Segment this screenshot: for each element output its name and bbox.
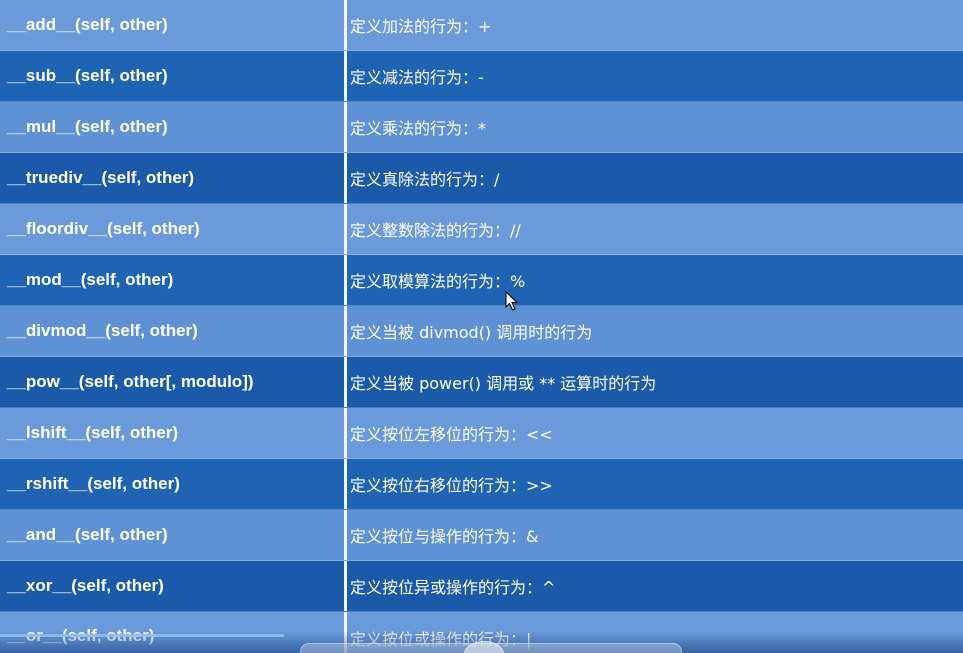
description-cell: 定义真除法的行为：/ <box>350 170 500 189</box>
table-row: __lshift__(self, other) 定义按位左移位的行为：<< <box>0 408 963 459</box>
description-cell: 定义按位左移位的行为：<< <box>350 425 553 444</box>
method-table: __add__(self, other) 定义加法的行为：+ __sub__(s… <box>0 0 963 653</box>
method-cell: __mul__(self, other) <box>7 117 168 136</box>
table-row: __pow__(self, other[, modulo]) 定义当被 powe… <box>0 357 963 408</box>
method-cell: __xor__(self, other) <box>7 576 164 595</box>
description-cell: 定义取模算法的行为：% <box>350 272 526 291</box>
description-cell: 定义按位右移位的行为：>> <box>350 476 553 495</box>
mouse-pointer-icon <box>505 291 519 311</box>
screen: __add__(self, other) 定义加法的行为：+ __sub__(s… <box>0 0 963 653</box>
method-cell: __mod__(self, other) <box>7 270 174 289</box>
description-cell: 定义按位与操作的行为：& <box>350 527 539 546</box>
method-cell: __pow__(self, other[, modulo]) <box>7 372 254 391</box>
description-cell: 定义加法的行为：+ <box>350 17 492 36</box>
description-cell: 定义按位异或操作的行为：^ <box>350 578 556 597</box>
table-row: __xor__(self, other) 定义按位异或操作的行为：^ <box>0 561 963 612</box>
description-cell: 定义整数除法的行为：// <box>350 221 521 240</box>
table-row: __sub__(self, other) 定义减法的行为：- <box>0 51 963 102</box>
description-cell: 定义当被 divmod() 调用时的行为 <box>350 323 593 342</box>
method-cell: __or__(self, other) <box>0 612 344 653</box>
description-cell: 定义当被 power() 调用或 ** 运算时的行为 <box>350 374 657 393</box>
description-cell: 定义减法的行为：- <box>350 68 484 87</box>
table-row: __rshift__(self, other) 定义按位右移位的行为：>> <box>0 459 963 510</box>
method-cell: __and__(self, other) <box>7 525 168 544</box>
method-cell: __lshift__(self, other) <box>7 423 178 442</box>
video-progress-bar[interactable] <box>0 634 284 637</box>
table-row: __mod__(self, other) 定义取模算法的行为：% <box>0 255 963 306</box>
method-cell: __rshift__(self, other) <box>7 474 180 493</box>
method-cell: __truediv__(self, other) <box>7 168 195 187</box>
method-cell: __sub__(self, other) <box>7 66 168 85</box>
table-row: __add__(self, other) 定义加法的行为：+ <box>0 0 963 51</box>
description-cell: 定义乘法的行为：* <box>350 119 487 138</box>
method-cell: __floordiv__(self, other) <box>7 219 200 238</box>
table-row: __and__(self, other) 定义按位与操作的行为：& <box>0 510 963 561</box>
table-row: __truediv__(self, other) 定义真除法的行为：/ <box>0 153 963 204</box>
method-cell: __divmod__(self, other) <box>7 321 198 340</box>
table-row: __floordiv__(self, other) 定义整数除法的行为：// <box>0 204 963 255</box>
method-cell: __add__(self, other) <box>7 15 168 34</box>
table-row: __divmod__(self, other) 定义当被 divmod() 调用… <box>0 306 963 357</box>
table-row: __mul__(self, other) 定义乘法的行为：* <box>0 102 963 153</box>
